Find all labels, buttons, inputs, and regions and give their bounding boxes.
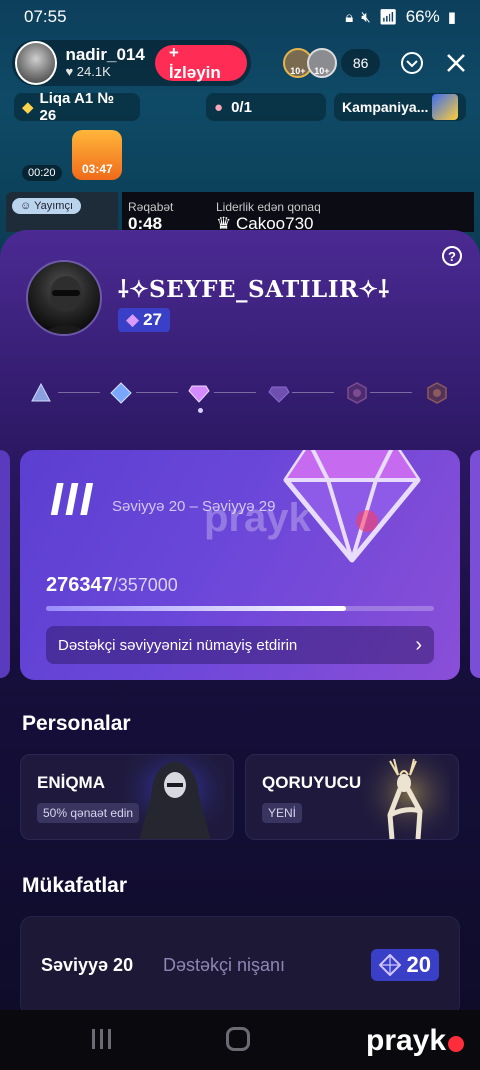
campaign-chip[interactable]: Kampaniya... bbox=[334, 93, 466, 121]
tier-line bbox=[136, 392, 178, 393]
mute-icon: 🔇︎ bbox=[361, 8, 371, 26]
chevron-down-icon[interactable] bbox=[400, 51, 424, 75]
host-tag: ☺ Yayımçı bbox=[12, 198, 82, 214]
deer-icon bbox=[360, 755, 450, 839]
brand-dot bbox=[448, 1036, 464, 1052]
tier-3-icon[interactable] bbox=[188, 382, 210, 404]
user-avatar bbox=[26, 260, 102, 336]
host-name: nadir_014 bbox=[65, 45, 145, 64]
tier-line bbox=[292, 392, 334, 393]
viewer-count[interactable]: 86 bbox=[340, 49, 381, 77]
host-info: nadir_014 ♥ 24.1K bbox=[65, 46, 144, 80]
battle-host-panel: ☺ Yayımçı bbox=[6, 192, 118, 232]
battle-panel: Rəqabət 0:48 Liderlik edən qonaq ♛ Cakoo… bbox=[122, 192, 474, 233]
show-level-label: Dəstəkçi səviyyənizi nümayiş etdirin bbox=[58, 636, 298, 654]
status-icons: 🔒︎ 🔇︎ 📶︎ 66% ▮ bbox=[345, 7, 456, 27]
gift-timer: 03:47 bbox=[82, 162, 113, 176]
recents-icon[interactable] bbox=[92, 1029, 114, 1049]
reward-badge-number: 20 bbox=[406, 952, 431, 977]
reward-description: Dəstəkçi nişanı bbox=[163, 955, 286, 975]
tier-1-icon[interactable] bbox=[30, 382, 52, 404]
tier-line bbox=[214, 392, 256, 393]
tier-5-icon[interactable] bbox=[346, 382, 368, 404]
progress-fill bbox=[46, 606, 347, 611]
watermark-dot bbox=[356, 510, 378, 532]
persona-card-enigma[interactable]: ENİQMA 50% qənaət edin bbox=[20, 754, 234, 840]
tier-line bbox=[58, 392, 100, 393]
wifi-icon: 📶︎ bbox=[378, 9, 398, 26]
host-likes-count: 24.1K bbox=[76, 64, 111, 79]
level-badge: ◆ 27 bbox=[118, 308, 170, 332]
tier-2-icon[interactable] bbox=[110, 382, 132, 404]
brand-watermark: prayk bbox=[366, 1024, 447, 1057]
host-likes: ♥ 24.1K bbox=[65, 64, 144, 80]
bag-icon: ● bbox=[214, 98, 224, 116]
tier-line bbox=[370, 392, 412, 393]
progress-current: 276347 bbox=[46, 574, 113, 596]
battery-icon: ▮ bbox=[447, 9, 456, 26]
tier-roman-numeral: III bbox=[50, 473, 95, 525]
info-row: ◆ Liqa A1 № 26 ● 0/1 Kampaniya... bbox=[14, 90, 466, 124]
progress-total: /357000 bbox=[112, 575, 178, 595]
level-card: III Səviyyə 20 – Səviyyə 29 prayk 276347… bbox=[20, 450, 460, 680]
home-icon[interactable] bbox=[226, 1027, 250, 1051]
personas-title: Personalar bbox=[22, 712, 131, 735]
viewer-avatar[interactable]: 10+ bbox=[306, 48, 337, 78]
battery-percent: 66% bbox=[405, 7, 440, 26]
level-number: 27 bbox=[143, 310, 162, 329]
persona-card-guardian[interactable]: QORUYUCU YENİ bbox=[245, 754, 459, 840]
help-icon[interactable]: ? bbox=[442, 246, 462, 266]
lock-icon: 🔒︎ bbox=[345, 8, 354, 26]
host-avatar[interactable] bbox=[15, 41, 58, 85]
status-bar: 07:55 🔒︎ 🔇︎ 📶︎ 66% ▮ bbox=[0, 0, 480, 34]
tier-track bbox=[28, 378, 458, 408]
league-label: Liqa A1 № 26 bbox=[39, 90, 115, 124]
diamond-icon: ◆ bbox=[22, 99, 34, 116]
campaign-icon bbox=[432, 94, 458, 120]
poll-chip[interactable]: ● 0/1 bbox=[206, 93, 326, 121]
tier-4-icon[interactable] bbox=[268, 382, 290, 404]
host-row: nadir_014 ♥ 24.1K + İzləyin 10+ 10+ 86 bbox=[12, 40, 468, 86]
show-level-button[interactable]: Dəstəkçi səviyyənizi nümayiş etdirin › bbox=[46, 626, 434, 664]
close-icon[interactable] bbox=[444, 51, 468, 75]
campaign-label: Kampaniya... bbox=[342, 99, 429, 115]
tier-selected-indicator bbox=[198, 408, 203, 413]
persona-name: ENİQMA bbox=[37, 773, 105, 792]
battle-label: Rəqabət bbox=[128, 200, 174, 214]
diamond-icon bbox=[378, 954, 401, 976]
supporter-sheet: ? ⸸✧SEYFE_SATILIR✧⸸ ◆ 27 III Səviyyə 20 … bbox=[0, 230, 480, 1010]
poll-progress: 0/1 bbox=[231, 98, 252, 116]
follow-button[interactable]: + İzləyin bbox=[154, 43, 247, 82]
diamond-icon: ◆ bbox=[126, 310, 140, 329]
persona-tag: 50% qənaət edin bbox=[37, 803, 140, 823]
reward-card[interactable]: Səviyyə 20 Dəstəkçi nişanı 20 bbox=[20, 916, 460, 1010]
rewards-title: Mükafatlar bbox=[22, 874, 128, 897]
progress-bar bbox=[46, 606, 434, 611]
system-nav-bar: prayk bbox=[0, 1010, 480, 1070]
hooded-figure-icon bbox=[125, 755, 225, 839]
persona-tag: YENİ bbox=[262, 803, 303, 823]
user-name: ⸸✧SEYFE_SATILIR✧⸸ bbox=[118, 276, 390, 303]
reward-level: Səviyyə 20 bbox=[41, 955, 134, 975]
next-level-card[interactable] bbox=[470, 450, 480, 678]
tier-6-icon[interactable] bbox=[426, 382, 448, 404]
persona-name: QORUYUCU bbox=[262, 773, 362, 792]
progress-text: 276347/357000 bbox=[46, 574, 178, 597]
reward-badge: 20 bbox=[370, 949, 439, 981]
host-pill[interactable]: nadir_014 ♥ 24.1K + İzləyin bbox=[12, 40, 251, 86]
clock-badge: 00:20 bbox=[22, 165, 62, 181]
league-chip[interactable]: ◆ Liqa A1 № 26 bbox=[14, 90, 140, 124]
previous-level-card[interactable] bbox=[0, 450, 10, 678]
robot-icon: ☺ bbox=[20, 200, 35, 212]
viewers[interactable]: 10+ 10+ 86 bbox=[282, 48, 381, 78]
lead-label: Liderlik edən qonaq bbox=[216, 200, 321, 214]
host-tag-label: Yayımçı bbox=[34, 200, 74, 212]
heart-icon: ♥ bbox=[65, 64, 77, 79]
watermark: prayk bbox=[204, 496, 311, 540]
chevron-right-icon: › bbox=[415, 633, 422, 656]
status-time: 07:55 bbox=[24, 7, 67, 26]
